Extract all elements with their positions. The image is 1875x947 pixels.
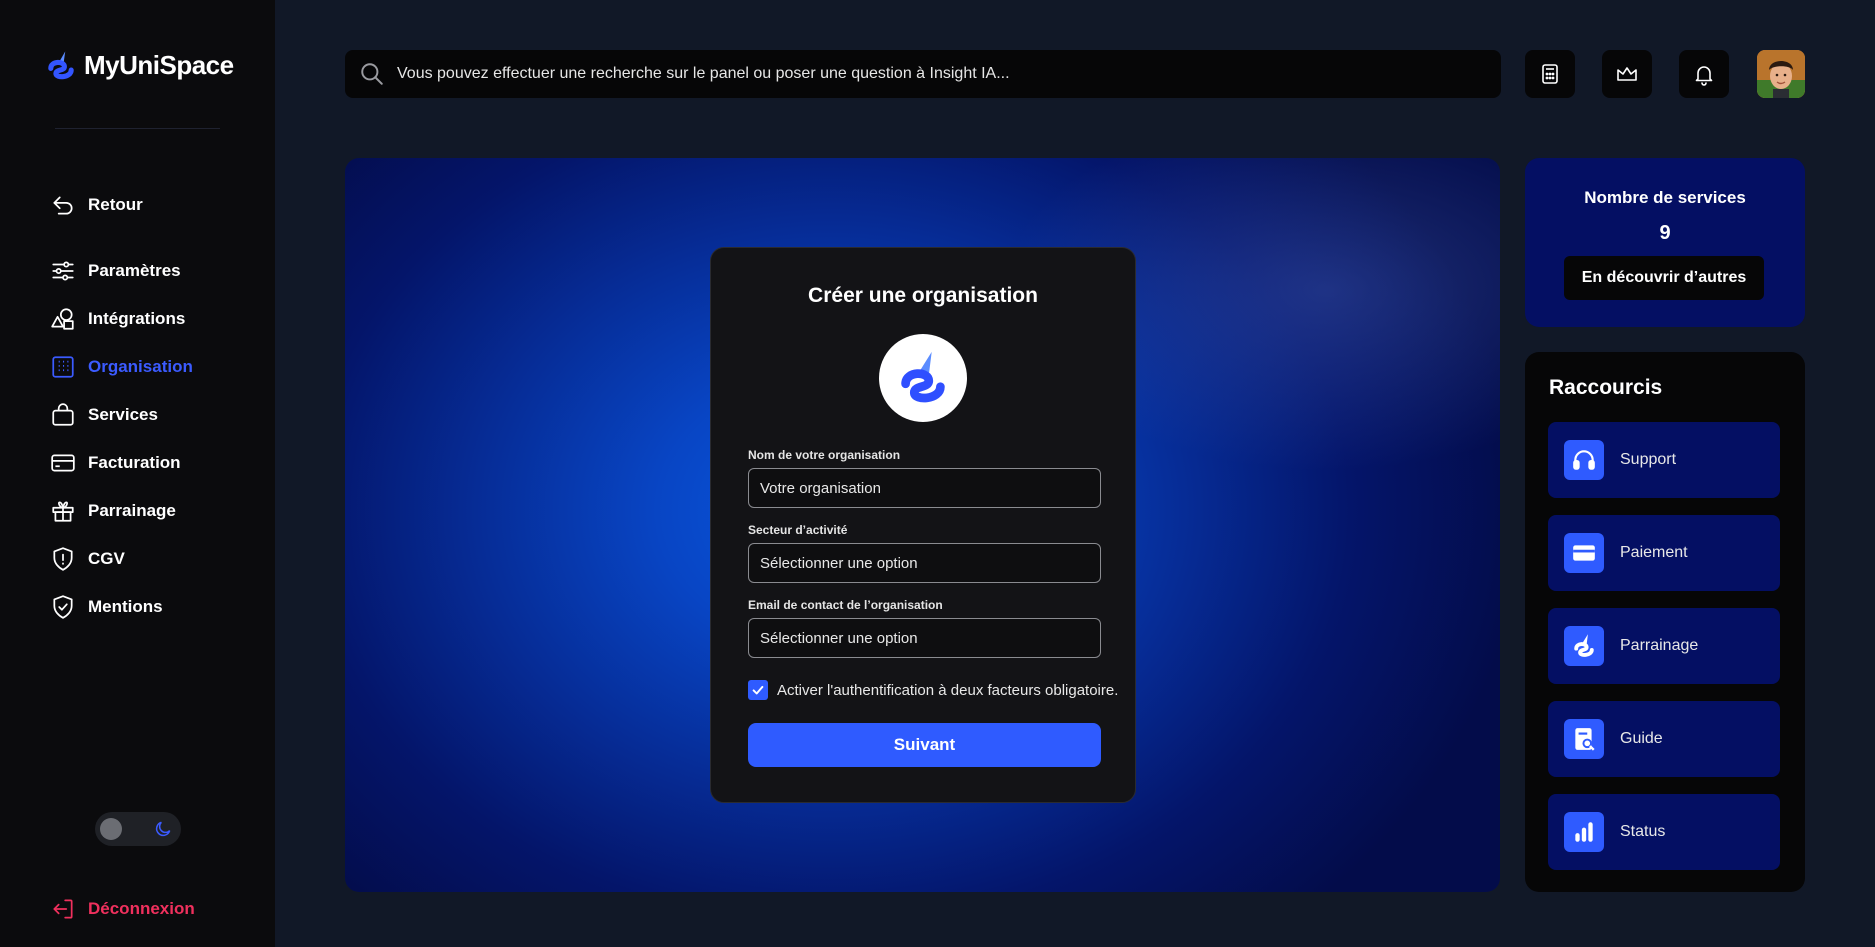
services-card: Nombre de services 9 En découvrir d’autr…: [1525, 158, 1805, 327]
check-icon: [752, 685, 764, 695]
shortcut-status[interactable]: Status: [1548, 794, 1780, 870]
logout-label: Déconnexion: [88, 899, 195, 918]
sidebar-item-facturation[interactable]: Facturation: [50, 450, 181, 476]
shopping-bag-icon: [52, 403, 74, 426]
next-button[interactable]: Suivant: [748, 723, 1101, 767]
logout-icon: [53, 899, 73, 919]
organisation-logo: [879, 334, 967, 422]
sector-select[interactable]: Sélectionner une option: [748, 543, 1101, 583]
sidebar-item-label: Intégrations: [88, 309, 186, 328]
shortcut-label: Parrainage: [1620, 637, 1699, 654]
headphones-icon: [1573, 450, 1595, 470]
sidebar-item-parrainage[interactable]: Parrainage: [50, 498, 176, 524]
services-title: Nombre de services: [1584, 188, 1746, 207]
app-logo[interactable]: MyUniSpace: [44, 48, 234, 82]
shortcut-paiement[interactable]: Paiement: [1548, 515, 1780, 591]
sidebar-item-cgv[interactable]: CGV: [50, 546, 125, 572]
discover-more-button[interactable]: En découvrir d’autres: [1564, 256, 1764, 300]
bell-icon: [1695, 66, 1713, 86]
shortcut-icon-box: [1564, 719, 1604, 759]
crown-icon: [1617, 67, 1637, 81]
theme-toggle[interactable]: [95, 812, 181, 846]
app-name: MyUniSpace: [84, 49, 234, 80]
logout-button[interactable]: Déconnexion: [50, 896, 195, 922]
sidebar-divider: [55, 128, 220, 129]
shortcut-label: Guide: [1620, 730, 1663, 747]
shortcuts-title: Raccourcis: [1549, 376, 1663, 399]
two-factor-checkbox[interactable]: [748, 680, 768, 700]
shortcut-guide[interactable]: Guide: [1548, 701, 1780, 777]
card-icon: [1573, 545, 1595, 561]
shortcut-icon-box: [1564, 440, 1604, 480]
shortcut-label: Status: [1620, 823, 1666, 840]
brand-logo-icon: [901, 351, 945, 403]
shield-alert-icon: [53, 547, 73, 571]
sidebar-item-integrations[interactable]: Intégrations: [50, 306, 185, 332]
calculator-button[interactable]: [1525, 50, 1575, 98]
moon-icon: [155, 821, 171, 837]
toggle-knob: [100, 818, 122, 840]
search-bar[interactable]: Vous pouvez effectuer une recherche sur …: [345, 50, 1501, 98]
shortcut-label: Support: [1620, 451, 1677, 468]
search-icon: [361, 63, 383, 85]
shortcut-icon-box: [1564, 812, 1604, 852]
brand-icon: [1574, 634, 1594, 657]
sidebar-item-label: Services: [88, 405, 158, 424]
sidebar-item-label: Facturation: [88, 453, 181, 472]
sidebar-item-services[interactable]: Services: [50, 402, 158, 428]
shortcut-icon-box: [1564, 626, 1604, 666]
contact-email-label: Email de contact de l’organisation: [748, 598, 943, 612]
shortcuts-card: Raccourcis Support Paiement Parrainage G…: [1525, 352, 1805, 892]
credit-card-icon: [51, 454, 75, 472]
sidebar-item-parametres[interactable]: Paramètres: [50, 258, 181, 284]
sidebar-item-label: Mentions: [88, 597, 163, 616]
brand-logo-icon: [48, 51, 74, 80]
guide-icon: [1575, 728, 1595, 751]
services-count: 9: [1659, 222, 1671, 244]
sidebar-item-label: Paramètres: [88, 261, 181, 280]
sidebar-item-organisation[interactable]: Organisation: [50, 354, 193, 380]
shortcut-icon-box: [1564, 533, 1604, 573]
sidebar-item-label: Parrainage: [88, 501, 176, 520]
bar-chart-icon: [1575, 822, 1593, 842]
modal-title: Créer une organisation: [808, 284, 1038, 307]
two-factor-option[interactable]: Activer l'authentification à deux facteu…: [748, 680, 1118, 700]
calculator-icon: [1542, 64, 1558, 84]
shield-check-icon: [53, 595, 73, 619]
sidebar-item-retour[interactable]: Retour: [50, 192, 143, 218]
avatar-image: [1757, 50, 1805, 98]
sliders-icon: [52, 261, 74, 281]
sidebar: MyUniSpace Retour Paramètres Intégration…: [0, 0, 275, 947]
premium-button[interactable]: [1602, 50, 1652, 98]
contact-email-select[interactable]: Sélectionner une option: [748, 618, 1101, 658]
org-name-input[interactable]: Votre organisation: [748, 468, 1101, 508]
sector-label: Secteur d’activité: [748, 523, 848, 537]
notifications-button[interactable]: [1679, 50, 1729, 98]
gift-icon: [52, 501, 74, 522]
shortcut-support[interactable]: Support: [1548, 422, 1780, 498]
back-arrow-icon: [53, 196, 73, 215]
create-organisation-modal: Créer une organisation Nom de votre orga…: [710, 247, 1136, 803]
two-factor-label: Activer l'authentification à deux facteu…: [777, 681, 1119, 699]
sidebar-item-label: CGV: [88, 549, 125, 568]
sidebar-item-label: Retour: [88, 195, 143, 214]
user-avatar[interactable]: [1757, 50, 1805, 98]
search-input[interactable]: Vous pouvez effectuer une recherche sur …: [397, 65, 1010, 83]
sidebar-item-label: Organisation: [88, 357, 193, 376]
shortcut-parrainage[interactable]: Parrainage: [1548, 608, 1780, 684]
shapes-icon: [51, 308, 74, 330]
sidebar-item-mentions[interactable]: Mentions: [50, 594, 163, 620]
org-name-label: Nom de votre organisation: [748, 448, 901, 462]
shortcut-label: Paiement: [1620, 544, 1688, 561]
building-icon: [52, 356, 74, 378]
